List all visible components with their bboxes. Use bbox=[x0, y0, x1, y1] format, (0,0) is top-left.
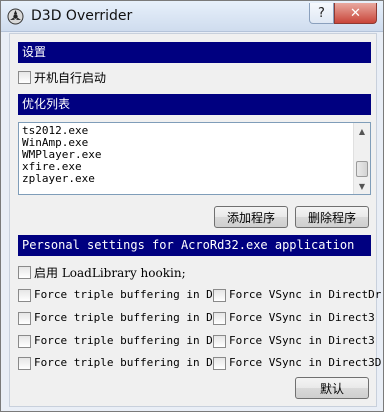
client-area: 设置 开机自行启动 优化列表 ts2012.exe WinAmp.exe WMP… bbox=[9, 33, 381, 407]
program-listbox[interactable]: ts2012.exe WinAmp.exe WMPlayer.exe xfire… bbox=[18, 122, 371, 195]
list-item[interactable]: zplayer.exe bbox=[22, 173, 352, 185]
help-button[interactable]: ? bbox=[309, 3, 334, 24]
vsync-label: Force VSync in DirectDr bbox=[229, 288, 382, 301]
triple-buffering-checkbox[interactable] bbox=[18, 335, 31, 348]
vsync-checkbox[interactable] bbox=[213, 357, 226, 370]
remove-program-button[interactable]: 删除程序 bbox=[295, 206, 369, 228]
optimize-list-header: 优化列表 bbox=[18, 94, 371, 115]
personal-settings-header: Personal settings for AcroRd32.exe appli… bbox=[18, 235, 371, 256]
list-scrollbar[interactable]: ▲ ▼ bbox=[353, 123, 370, 194]
close-button[interactable]: ✕ bbox=[334, 3, 377, 24]
triple-buffering-label: Force triple buffering in Di bbox=[34, 334, 220, 347]
triple-buffering-label: Force triple buffering in Dir bbox=[34, 288, 227, 301]
window-title: D3D Overrider bbox=[31, 8, 133, 24]
triple-buffering-checkbox[interactable] bbox=[18, 357, 31, 370]
vsync-checkbox[interactable] bbox=[213, 312, 226, 325]
triple-buffering-label: Force triple buffering in Di bbox=[34, 311, 220, 324]
vsync-checkbox[interactable] bbox=[213, 335, 226, 348]
help-icon: ? bbox=[318, 5, 325, 21]
scroll-thumb[interactable] bbox=[356, 161, 368, 177]
triple-buffering-label: Force triple buffering in Dir bbox=[34, 356, 227, 369]
vsync-label: Force VSync in Direct3 bbox=[229, 311, 375, 324]
vsync-checkbox[interactable] bbox=[213, 289, 226, 302]
default-button[interactable]: 默认 bbox=[295, 377, 369, 399]
autostart-label: 开机自行启动 bbox=[34, 71, 107, 85]
autostart-checkbox[interactable] bbox=[18, 71, 31, 84]
vsync-label: Force VSync in Direct3D bbox=[229, 356, 382, 369]
app-icon bbox=[7, 8, 24, 25]
triple-buffering-checkbox[interactable] bbox=[18, 289, 31, 302]
vsync-label: Force VSync in Direct3 bbox=[229, 334, 375, 347]
app-window: D3D Overrider ? ✕ 设置 开机自行启动 优化列表 ts2012.… bbox=[0, 0, 384, 412]
close-icon: ✕ bbox=[350, 5, 361, 21]
scroll-down-icon[interactable]: ▼ bbox=[354, 179, 370, 193]
title-bar[interactable]: D3D Overrider ? ✕ bbox=[1, 1, 383, 32]
loadlibrary-label: 启用 LoadLibrary hookin; bbox=[34, 266, 186, 280]
program-list: ts2012.exe WinAmp.exe WMPlayer.exe xfire… bbox=[22, 125, 352, 185]
loadlibrary-checkbox[interactable] bbox=[18, 266, 31, 279]
settings-header: 设置 bbox=[18, 42, 371, 63]
scroll-up-icon[interactable]: ▲ bbox=[354, 124, 370, 138]
triple-buffering-checkbox[interactable] bbox=[18, 312, 31, 325]
add-program-button[interactable]: 添加程序 bbox=[214, 206, 288, 228]
